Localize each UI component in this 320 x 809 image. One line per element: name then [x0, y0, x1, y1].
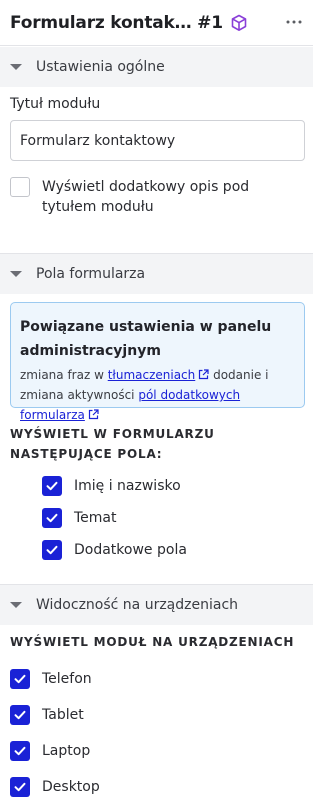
- field-label: Imię i nazwisko: [74, 478, 181, 494]
- checkmark-icon: [14, 746, 26, 756]
- checkmark-icon: [14, 674, 26, 684]
- section-form-fields-toggle[interactable]: Pola formularza: [0, 254, 313, 294]
- module-header: Formularz kontak… #1: [0, 0, 313, 46]
- field-checkbox-checked[interactable]: [42, 476, 62, 496]
- module-title-label: Tytuł modułu: [10, 96, 101, 112]
- related-settings-info-box: Powiązane ustawienia w panelu administra…: [10, 302, 305, 422]
- external-link-icon: [88, 409, 99, 420]
- cube-icon: [230, 14, 248, 32]
- device-label: Desktop: [42, 779, 100, 795]
- device-checkbox-checked[interactable]: [10, 741, 30, 761]
- device-checkbox-row[interactable]: Laptop: [10, 741, 90, 761]
- field-checkbox-row[interactable]: Imię i nazwisko: [42, 476, 181, 496]
- device-checkbox-row[interactable]: Telefon: [10, 669, 92, 689]
- device-checkbox-row[interactable]: Tablet: [10, 705, 84, 725]
- section-visibility-toggle[interactable]: Widoczność na urządzeniach: [0, 585, 313, 625]
- section-general-label: Ustawienia ogólne: [36, 59, 165, 75]
- extra-description-label: Wyświetl dodatkowy opis pod tytułem modu…: [42, 179, 250, 215]
- caret-down-icon: [10, 271, 22, 277]
- external-link-icon: [199, 369, 209, 380]
- checkmark-icon: [14, 710, 26, 720]
- section-general-toggle[interactable]: Ustawienia ogólne: [0, 47, 313, 87]
- devices-heading: WYŚWIETL MODUŁ NA URZĄDZENIACH: [10, 635, 295, 649]
- checkmark-icon: [46, 545, 58, 555]
- field-checkbox-row[interactable]: Dodatkowe pola: [42, 540, 187, 560]
- device-checkbox-row[interactable]: Desktop: [10, 777, 100, 797]
- device-label: Laptop: [42, 743, 91, 759]
- form-fields-heading: WYŚWIETL W FORMULARZU NASTĘPUJĄCE POLA:: [10, 427, 215, 461]
- module-title-input[interactable]: [10, 120, 305, 161]
- field-checkbox-checked[interactable]: [42, 540, 62, 560]
- checkmark-icon: [14, 782, 26, 792]
- info-box-title: Powiązane ustawienia w panelu administra…: [20, 319, 272, 359]
- field-checkbox-checked[interactable]: [42, 508, 62, 528]
- field-label: Dodatkowe pola: [74, 542, 187, 558]
- module-title: Formularz kontak… #1: [10, 12, 223, 33]
- extra-description-checkbox[interactable]: [10, 177, 30, 197]
- translations-link-label: tłumaczeniach: [107, 368, 196, 382]
- caret-down-icon: [10, 602, 22, 608]
- checkmark-icon: [46, 513, 58, 523]
- device-label: Telefon: [42, 671, 92, 687]
- field-checkbox-row[interactable]: Temat: [42, 508, 117, 528]
- device-checkbox-checked[interactable]: [10, 669, 30, 689]
- device-label: Tablet: [42, 707, 84, 723]
- section-visibility-label: Widoczność na urządzeniach: [36, 597, 239, 613]
- field-label: Temat: [74, 510, 117, 526]
- device-checkbox-checked[interactable]: [10, 705, 30, 725]
- more-horizontal-icon[interactable]: [284, 11, 304, 33]
- device-checkbox-checked[interactable]: [10, 777, 30, 797]
- info-text-1: zmiana fraz w: [20, 368, 104, 382]
- info-box-text: zmiana fraz w tłumaczeniach dodanie i zm…: [20, 365, 295, 425]
- checkmark-icon: [46, 481, 58, 491]
- translations-link[interactable]: tłumaczeniach: [108, 368, 210, 382]
- extra-description-checkbox-row[interactable]: Wyświetl dodatkowy opis pod tytułem modu…: [10, 177, 305, 217]
- caret-down-icon: [10, 64, 22, 70]
- section-form-fields-label: Pola formularza: [36, 266, 146, 282]
